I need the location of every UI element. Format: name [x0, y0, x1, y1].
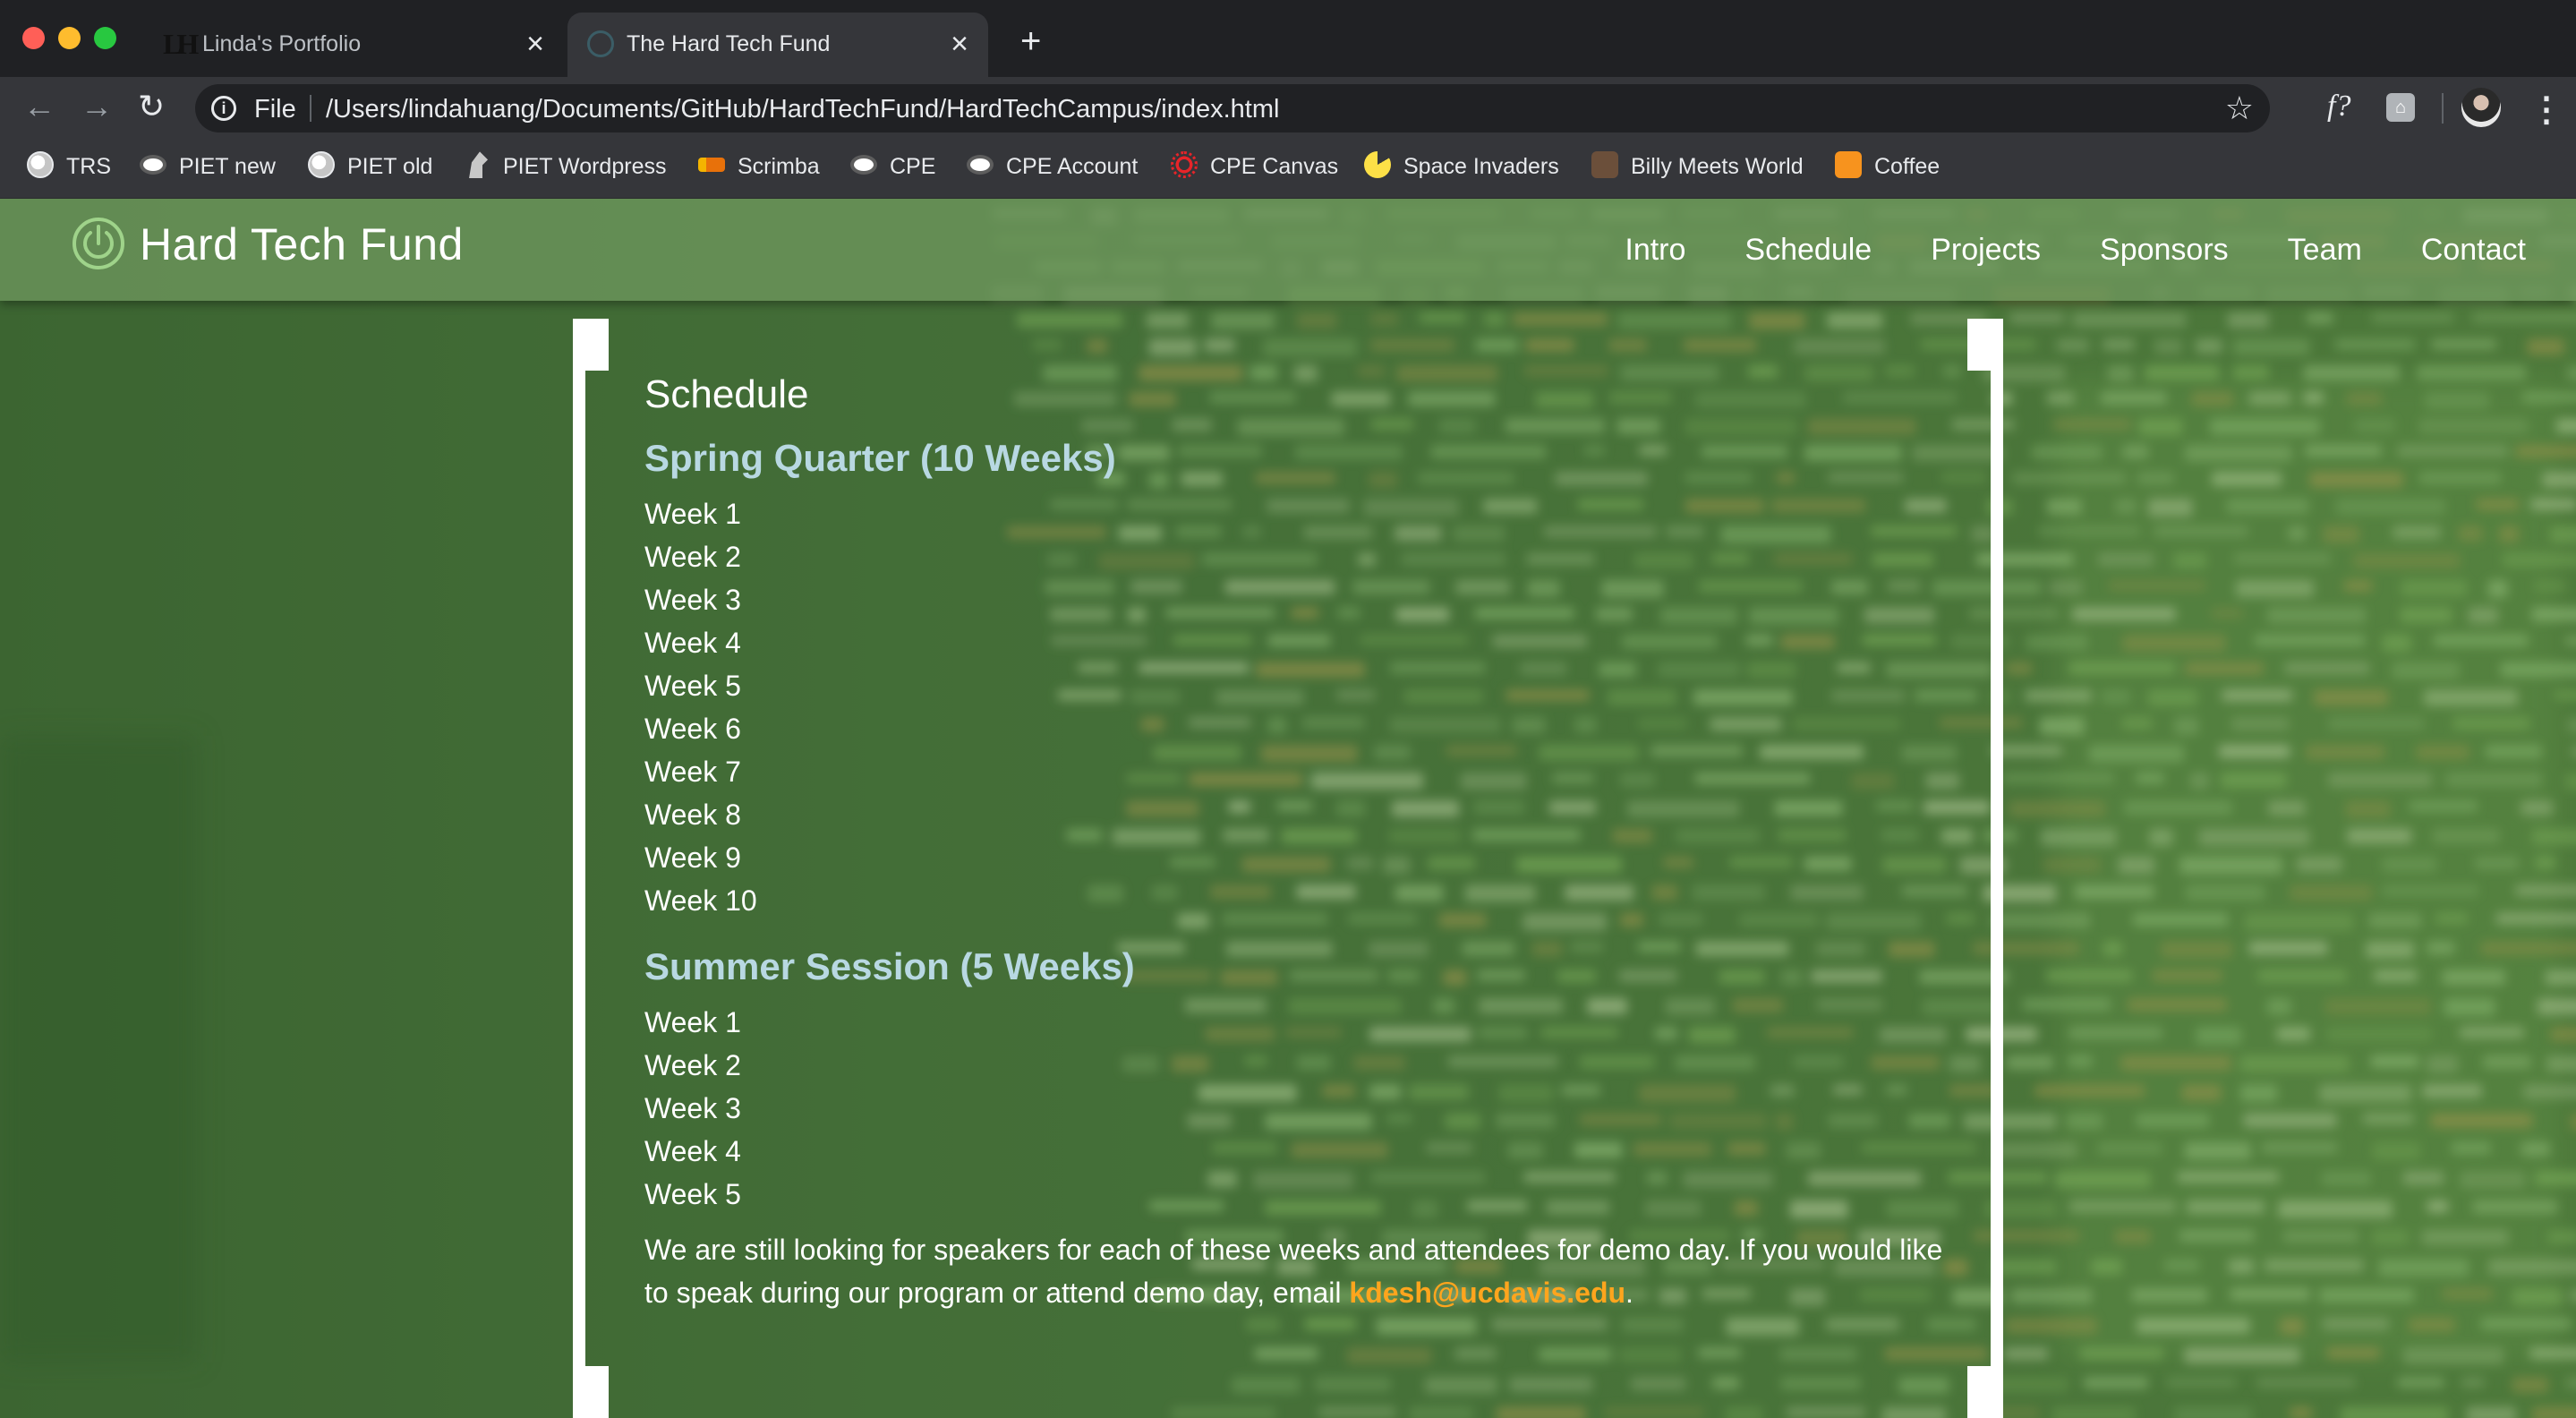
piet-icon [850, 155, 877, 175]
close-icon[interactable]: × [951, 27, 968, 62]
browser-tabstrip: LH Linda's Portfolio × The Hard Tech Fun… [0, 0, 2576, 77]
list-item: Week 1 [644, 498, 741, 530]
address-bar[interactable]: i File /Users/lindahuang/Documents/GitHu… [195, 84, 2270, 132]
extension-icon[interactable]: ⌂ [2386, 93, 2415, 122]
section-title: Schedule [644, 372, 809, 416]
spring-week-list: Week 1 Week 2 Week 3 Week 4 Week 5 Week … [644, 492, 1951, 922]
canvas-icon [1171, 151, 1198, 179]
bookmark-cpe-canvas[interactable]: CPE Canvas [1171, 151, 1338, 184]
list-item: Week 3 [644, 584, 741, 616]
list-item: Week 4 [644, 627, 741, 659]
url-text[interactable]: /Users/lindahuang/Documents/GitHub/HardT… [326, 95, 1279, 124]
summer-session-title: Summer Session (5 Weeks) [644, 945, 1135, 987]
bookmark-piet-new[interactable]: PIET new [140, 153, 276, 184]
horse-icon [469, 151, 488, 179]
hard-tech-fund-icon [587, 30, 614, 57]
list-item: Week 4 [644, 1135, 741, 1167]
back-arrow-icon[interactable]: ← [23, 88, 55, 125]
brand-name[interactable]: Hard Tech Fund [140, 218, 464, 270]
tab-lindas-portfolio[interactable]: LH Linda's Portfolio × [143, 13, 564, 77]
site-navbar: Hard Tech Fund Intro Schedule Projects S… [0, 199, 2576, 301]
menu-kebab-icon[interactable]: ⋮ [2529, 90, 2563, 130]
divider [310, 95, 311, 122]
site-nav-links: Intro Schedule Projects Sponsors Team Co… [1565, 233, 2526, 268]
pacman-icon [1364, 151, 1391, 179]
globe-icon [27, 151, 54, 179]
minimize-window-button[interactable] [58, 27, 81, 49]
content-bracket-left [573, 319, 609, 1418]
tab-hard-tech-fund[interactable]: The Hard Tech Fund × [567, 13, 988, 77]
billy-icon [1591, 151, 1618, 179]
scrimba-icon [698, 158, 725, 173]
nav-link-intro[interactable]: Intro [1625, 233, 1685, 268]
close-window-button[interactable] [22, 27, 45, 49]
bookmark-cpe[interactable]: CPE [850, 153, 935, 184]
list-item: Week 6 [644, 713, 741, 745]
nav-link-sponsors[interactable]: Sponsors [2100, 233, 2229, 268]
list-item: Week 2 [644, 541, 741, 573]
list-item: Week 10 [644, 884, 757, 917]
bookmark-space-invaders[interactable]: Space Invaders [1364, 151, 1559, 184]
page-viewport: Hard Tech Fund Intro Schedule Projects S… [0, 199, 2576, 1418]
list-item: Week 2 [644, 1049, 741, 1081]
bookmark-piet-wordpress[interactable]: PIET Wordpress [464, 151, 666, 184]
bookmark-coffee[interactable]: Coffee [1835, 151, 1940, 184]
list-item: Week 9 [644, 841, 741, 874]
tab-title: The Hard Tech Fund [627, 31, 831, 56]
url-scheme: File [254, 95, 296, 124]
nav-link-projects[interactable]: Projects [1931, 233, 2041, 268]
bookmark-cpe-account[interactable]: CPE Account [967, 153, 1138, 184]
piet-icon [967, 155, 994, 175]
extension-f-icon[interactable]: f? [2327, 90, 2350, 124]
new-tab-button[interactable]: + [1020, 21, 1041, 62]
bookmarks-bar: TRS PIET new PIET old PIET Wordpress Scr… [0, 140, 2576, 199]
nav-link-team[interactable]: Team [2288, 233, 2362, 268]
profile-avatar[interactable] [2461, 88, 2501, 127]
spring-quarter-title: Spring Quarter (10 Weeks) [644, 437, 1116, 479]
reload-icon[interactable]: ↻ [138, 88, 165, 125]
close-icon[interactable]: × [526, 27, 544, 62]
forward-arrow-icon[interactable]: → [81, 88, 113, 125]
bookmark-trs[interactable]: TRS [27, 151, 111, 184]
power-logo-icon[interactable] [70, 215, 127, 272]
schedule-section: Schedule Spring Quarter (10 Weeks) Week … [644, 372, 1951, 1314]
tab-title: Linda's Portfolio [202, 31, 362, 56]
maximize-window-button[interactable] [94, 27, 116, 49]
bookmark-scrimba[interactable]: Scrimba [698, 153, 820, 184]
list-item: Week 5 [644, 670, 741, 702]
email-link[interactable]: kdesh@ucdavis.edu [1349, 1277, 1625, 1309]
summer-week-list: Week 1 Week 2 Week 3 Week 4 Week 5 [644, 1001, 1951, 1216]
lh-logo-icon: LH [163, 28, 199, 60]
note-text: We are still looking for speakers for ea… [644, 1234, 1943, 1309]
browser-toolbar: ← → ↻ i File /Users/lindahuang/Documents… [0, 77, 2576, 140]
bookmark-star-icon[interactable]: ☆ [2225, 90, 2254, 127]
list-item: Week 5 [644, 1178, 741, 1210]
nav-link-contact[interactable]: Contact [2421, 233, 2526, 268]
piet-icon [140, 155, 166, 175]
speaker-call-paragraph: We are still looking for speakers for ea… [644, 1228, 1951, 1314]
content-bracket-right [1967, 319, 2003, 1418]
globe-icon [308, 151, 335, 179]
note-end: . [1625, 1277, 1633, 1309]
list-item: Week 8 [644, 799, 741, 831]
nav-link-schedule[interactable]: Schedule [1744, 233, 1872, 268]
list-item: Week 1 [644, 1006, 741, 1038]
list-item: Week 3 [644, 1092, 741, 1124]
bookmark-piet-old[interactable]: PIET old [308, 151, 432, 184]
info-icon[interactable]: i [211, 96, 236, 121]
divider [2442, 93, 2444, 124]
coffee-icon [1835, 151, 1862, 179]
list-item: Week 7 [644, 756, 741, 788]
bookmark-billy-meets-world[interactable]: Billy Meets World [1591, 151, 1804, 184]
